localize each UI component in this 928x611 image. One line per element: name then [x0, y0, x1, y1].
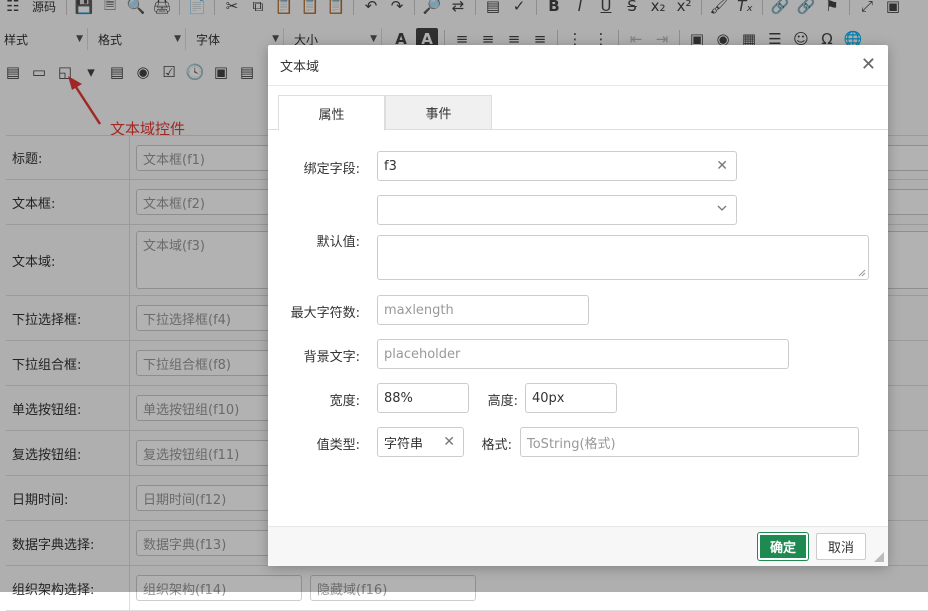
format-input[interactable]: ToString(格式) — [520, 427, 859, 457]
resize-handle-icon[interactable] — [858, 269, 866, 277]
dialog-title: 文本域 — [280, 59, 320, 75]
resize-grip-icon[interactable] — [874, 552, 884, 562]
textarea-properties-dialog: 文本域 ✕ 属性 事件 绑定字段: f3 ✕ 默认值: 最大字符数: maxle… — [268, 45, 888, 566]
clear-icon[interactable]: ✕ — [443, 434, 455, 450]
tab-events[interactable]: 事件 — [385, 95, 492, 130]
close-icon[interactable]: ✕ — [861, 56, 876, 74]
maxlength-label: 最大字符数: — [290, 306, 360, 321]
format-label: 格式: — [481, 438, 512, 453]
height-label: 高度: — [487, 394, 518, 409]
dialog-header: 文本域 ✕ — [268, 45, 888, 86]
placeholder-placeholder: placeholder — [384, 346, 461, 362]
placeholder-label: 背景文字: — [303, 350, 360, 365]
placeholder-input[interactable]: placeholder — [377, 339, 789, 369]
chevron-down-icon — [717, 205, 727, 211]
width-input[interactable]: 88% — [377, 383, 469, 413]
width-label: 宽度: — [329, 394, 360, 409]
width-value: 88% — [384, 390, 413, 406]
default-value-select[interactable] — [377, 195, 737, 225]
tab-properties[interactable]: 属性 — [278, 95, 385, 131]
bind-field-value: f3 — [384, 158, 397, 174]
dialog-tabs: 属性 事件 — [268, 95, 888, 131]
bind-field-label: 绑定字段: — [303, 162, 360, 177]
default-value-label: 默认值: — [316, 235, 360, 250]
value-type-label: 值类型: — [316, 438, 360, 453]
height-input[interactable]: 40px — [525, 383, 617, 413]
value-type-value: 字符串 — [384, 436, 424, 452]
default-value-textarea[interactable] — [377, 235, 869, 280]
format-placeholder: ToString(格式) — [527, 436, 616, 452]
confirm-button[interactable]: 确定 — [758, 533, 808, 560]
maxlength-input[interactable]: maxlength — [377, 295, 589, 325]
dialog-footer: 确定 取消 — [268, 526, 888, 566]
value-type-select[interactable]: 字符串 ✕ — [377, 427, 464, 457]
cancel-button[interactable]: 取消 — [816, 533, 866, 560]
bind-field-input[interactable]: f3 ✕ — [377, 151, 737, 181]
maxlength-placeholder: maxlength — [384, 302, 454, 318]
clear-icon[interactable]: ✕ — [716, 158, 728, 174]
height-value: 40px — [532, 390, 565, 406]
